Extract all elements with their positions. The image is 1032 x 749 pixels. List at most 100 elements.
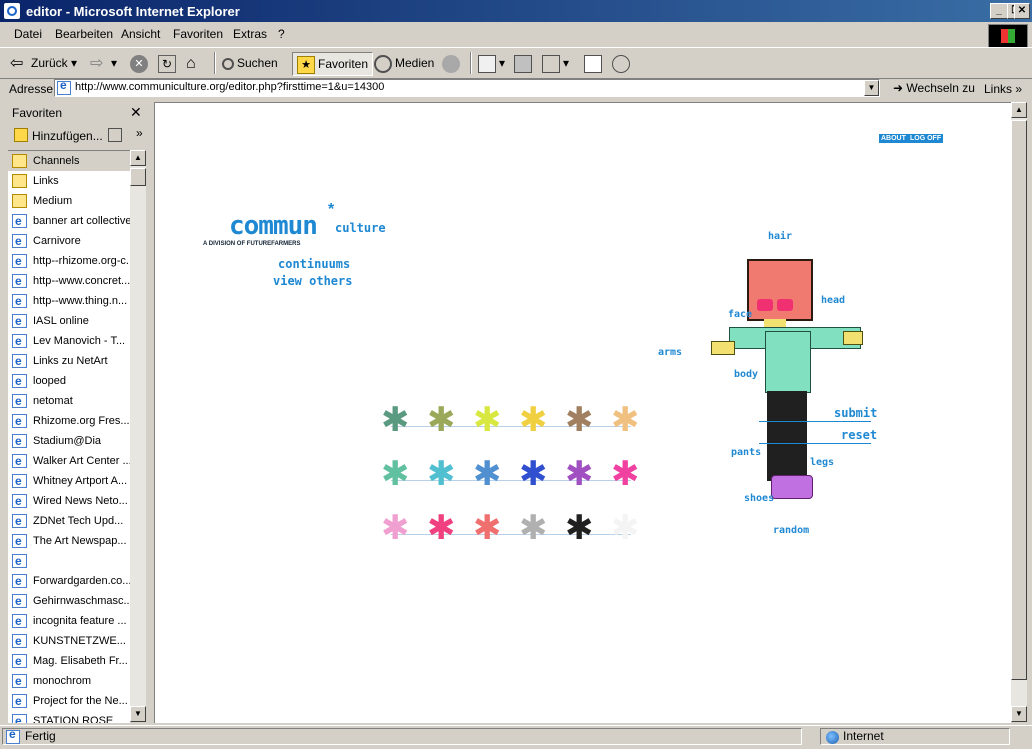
color-swatch[interactable]: ✱ <box>519 457 548 491</box>
scroll-down-icon[interactable]: ▼ <box>1011 706 1027 722</box>
color-swatch[interactable]: ✱ <box>427 511 456 545</box>
about-link[interactable]: ABOUT <box>879 134 908 143</box>
favorite-item[interactable]: STATION ROSE <box>8 711 130 723</box>
part-legs-link[interactable]: legs <box>810 457 834 468</box>
avatar-face[interactable] <box>777 299 793 311</box>
address-dropdown-button[interactable]: ▼ <box>864 80 879 96</box>
part-body-link[interactable]: body <box>734 369 758 380</box>
part-pants-link[interactable]: pants <box>731 447 761 458</box>
color-swatch[interactable]: ✱ <box>565 511 594 545</box>
close-button[interactable]: ✕ <box>1014 3 1030 19</box>
discuss-button[interactable] <box>584 52 605 74</box>
menu-bearbeiten[interactable]: Bearbeiten <box>55 27 113 41</box>
favorite-item[interactable]: http--rhizome.org-c... <box>8 251 130 271</box>
media-button[interactable]: Medien <box>374 52 434 74</box>
favorite-item[interactable]: Links zu NetArt <box>8 351 130 371</box>
home-button[interactable]: ⌂ <box>186 52 207 74</box>
color-swatch[interactable]: ✱ <box>611 403 640 437</box>
color-swatch[interactable]: ✱ <box>427 457 456 491</box>
ie-window-icon[interactable] <box>4 3 20 19</box>
reset-button[interactable]: reset <box>841 428 877 442</box>
favorite-item[interactable]: Gehirnwaschmasc... <box>8 591 130 611</box>
color-swatch[interactable]: ✱ <box>611 457 640 491</box>
minimize-button[interactable]: _ <box>990 3 1008 19</box>
part-face-link[interactable]: face <box>728 309 752 320</box>
color-swatch[interactable]: ✱ <box>473 511 502 545</box>
avatar-legs[interactable] <box>767 391 807 481</box>
menu-favoriten[interactable]: Favoriten <box>173 27 223 41</box>
nav-continuums[interactable]: continuums <box>278 257 350 271</box>
favorite-item[interactable]: Lev Manovich - T... <box>8 331 130 351</box>
favorite-item[interactable]: Walker Art Center ... <box>8 451 130 471</box>
messenger-button[interactable] <box>612 52 633 74</box>
page-scrollbar[interactable]: ▲ ▼ <box>1011 102 1027 722</box>
color-swatch[interactable]: ✱ <box>519 511 548 545</box>
avatar-face[interactable] <box>757 299 773 311</box>
favorite-item[interactable]: The Art Newspap... <box>8 531 130 551</box>
search-button[interactable]: Suchen <box>222 52 278 74</box>
mail-button[interactable]: ▾ <box>478 52 505 74</box>
favorite-item[interactable]: looped <box>8 371 130 391</box>
part-head-link[interactable]: head <box>821 295 845 306</box>
more-chevron-icon[interactable]: » <box>136 126 143 140</box>
avatar-head[interactable] <box>747 259 813 321</box>
history-button[interactable] <box>442 52 463 74</box>
go-button[interactable]: ➜ Wechseln zu <box>893 81 975 95</box>
part-arms-link[interactable]: arms <box>658 347 682 358</box>
favorite-item[interactable]: incognita feature ... <box>8 611 130 631</box>
menu-ansicht[interactable]: Ansicht <box>121 27 160 41</box>
edit-button[interactable]: ▾ <box>542 52 569 74</box>
menu-datei[interactable]: Datei <box>14 27 42 41</box>
favorite-item[interactable] <box>8 551 130 571</box>
color-swatch[interactable]: ✱ <box>381 403 410 437</box>
color-swatch[interactable]: ✱ <box>565 457 594 491</box>
favorite-item[interactable]: netomat <box>8 391 130 411</box>
color-swatch[interactable]: ✱ <box>473 457 502 491</box>
color-swatch[interactable]: ✱ <box>519 403 548 437</box>
scroll-up-icon[interactable]: ▲ <box>1011 102 1027 118</box>
favorite-item[interactable]: Whitney Artport A... <box>8 471 130 491</box>
nav-view-others[interactable]: view others <box>273 274 352 288</box>
color-swatch[interactable]: ✱ <box>427 403 456 437</box>
favorite-item[interactable]: Stadium@Dia <box>8 431 130 451</box>
favorite-item[interactable]: Channels <box>8 151 130 171</box>
scroll-thumb[interactable] <box>1011 120 1027 680</box>
favorite-item[interactable]: Carnivore <box>8 231 130 251</box>
favorite-item[interactable]: Links <box>8 171 130 191</box>
submit-button[interactable]: submit <box>834 406 877 420</box>
color-swatch[interactable]: ✱ <box>381 511 410 545</box>
color-swatch[interactable]: ✱ <box>473 403 502 437</box>
favorite-item[interactable]: IASL online <box>8 311 130 331</box>
favorite-item[interactable]: Forwardgarden.co... <box>8 571 130 591</box>
favorite-item[interactable]: KUNSTNETZWE... <box>8 631 130 651</box>
favorite-item[interactable]: http--www.thing.n... <box>8 291 130 311</box>
scroll-up-icon[interactable]: ▲ <box>130 150 146 166</box>
menu-extras[interactable]: Extras <box>233 27 267 41</box>
color-swatch[interactable]: ✱ <box>381 457 410 491</box>
color-swatch[interactable]: ✱ <box>565 403 594 437</box>
print-button[interactable] <box>514 52 535 74</box>
scroll-down-icon[interactable]: ▼ <box>130 706 146 722</box>
color-swatch[interactable]: ✱ <box>611 511 640 545</box>
back-button[interactable]: ⇦ Zurück ▾ <box>10 52 77 74</box>
favorites-button[interactable]: ★ Favoriten <box>292 52 374 76</box>
avatar-shoes[interactable] <box>771 475 813 499</box>
part-shoes-link[interactable]: shoes <box>744 493 774 504</box>
part-hair-link[interactable]: hair <box>768 231 792 242</box>
links-button[interactable]: Links » <box>984 82 1022 96</box>
menu-help[interactable]: ? <box>278 27 285 41</box>
scroll-thumb[interactable] <box>130 168 146 186</box>
favorite-item[interactable]: monochrom <box>8 671 130 691</box>
part-random-link[interactable]: random <box>773 525 809 536</box>
favorites-close-icon[interactable]: ✕ <box>130 104 142 121</box>
organize-favorites-icon[interactable] <box>108 128 122 142</box>
favorite-item[interactable]: http--www.concret... <box>8 271 130 291</box>
add-favorite-button[interactable]: Hinzufügen... <box>32 129 103 143</box>
favorite-item[interactable]: Medium <box>8 191 130 211</box>
favorite-item[interactable]: banner art collective <box>8 211 130 231</box>
favorites-scrollbar[interactable]: ▲ ▼ <box>130 150 146 722</box>
avatar-body[interactable] <box>765 331 811 393</box>
favorite-item[interactable]: Rhizome.org Fres... <box>8 411 130 431</box>
refresh-button[interactable]: ↻ <box>158 52 179 74</box>
forward-button[interactable]: ⇨ ▾ <box>90 52 117 74</box>
